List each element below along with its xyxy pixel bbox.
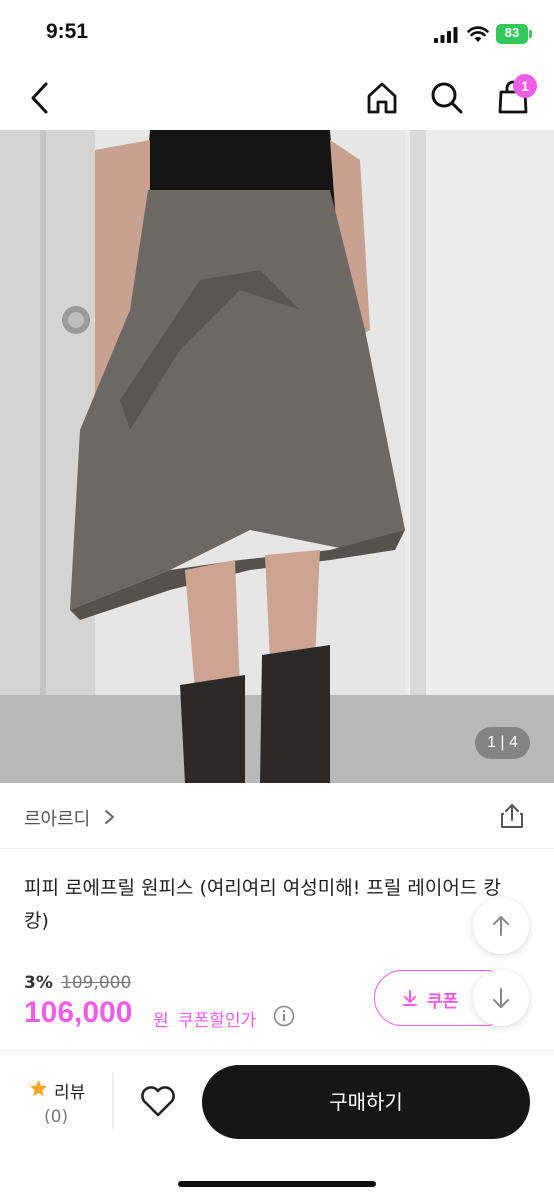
sale-price: 106,000	[24, 996, 133, 1029]
download-icon	[403, 990, 417, 1006]
brand-row: 르아르디	[0, 783, 554, 849]
share-icon[interactable]	[498, 802, 526, 830]
status-time: 9:51	[46, 20, 89, 43]
wifi-icon	[467, 26, 489, 42]
arrow-down-icon	[493, 988, 509, 1008]
coupon-price-label: 쿠폰할인가	[178, 1011, 257, 1031]
top-nav	[0, 64, 554, 130]
brand-name[interactable]: 르아르디	[24, 805, 90, 831]
buy-button[interactable]: 구매하기	[202, 1065, 530, 1139]
product-image[interactable]	[0, 130, 554, 783]
search-icon[interactable]	[427, 78, 467, 118]
divider	[112, 1073, 113, 1129]
chevron-right-icon[interactable]	[104, 809, 116, 825]
scroll-bottom-button[interactable]	[473, 970, 529, 1026]
heart-icon[interactable]	[136, 1079, 180, 1123]
image-counter: 1 | 4	[475, 727, 530, 759]
star-icon	[29, 1079, 48, 1097]
review-count: (0)	[44, 1107, 69, 1127]
coupon-button-label: 쿠폰	[427, 992, 459, 1012]
bottom-action-bar: 리뷰 (0) 구매하기	[0, 1050, 554, 1200]
battery-icon: 83	[496, 24, 532, 44]
back-chevron-icon[interactable]	[20, 78, 60, 118]
signal-icon	[434, 27, 458, 43]
battery-level: 83	[504, 25, 520, 40]
home-indicator	[178, 1181, 376, 1187]
status-bar: 9:51 83	[0, 0, 554, 64]
info-icon[interactable]	[273, 1005, 295, 1027]
review-label[interactable]: 리뷰	[54, 1078, 85, 1103]
product-title: 피피 로에프릴 원피스 (여리여리 여성미해! 프릴 레이어드 캉캉)	[24, 877, 501, 932]
discount-rate: 3%	[24, 973, 53, 993]
cart-count-badge: 1	[513, 74, 537, 98]
scroll-top-button[interactable]	[473, 898, 529, 954]
currency-unit: 원	[153, 1011, 169, 1031]
product-photo	[0, 130, 554, 783]
home-icon[interactable]	[362, 78, 402, 118]
arrow-up-icon	[493, 916, 509, 936]
original-price: 109,000	[61, 973, 132, 993]
